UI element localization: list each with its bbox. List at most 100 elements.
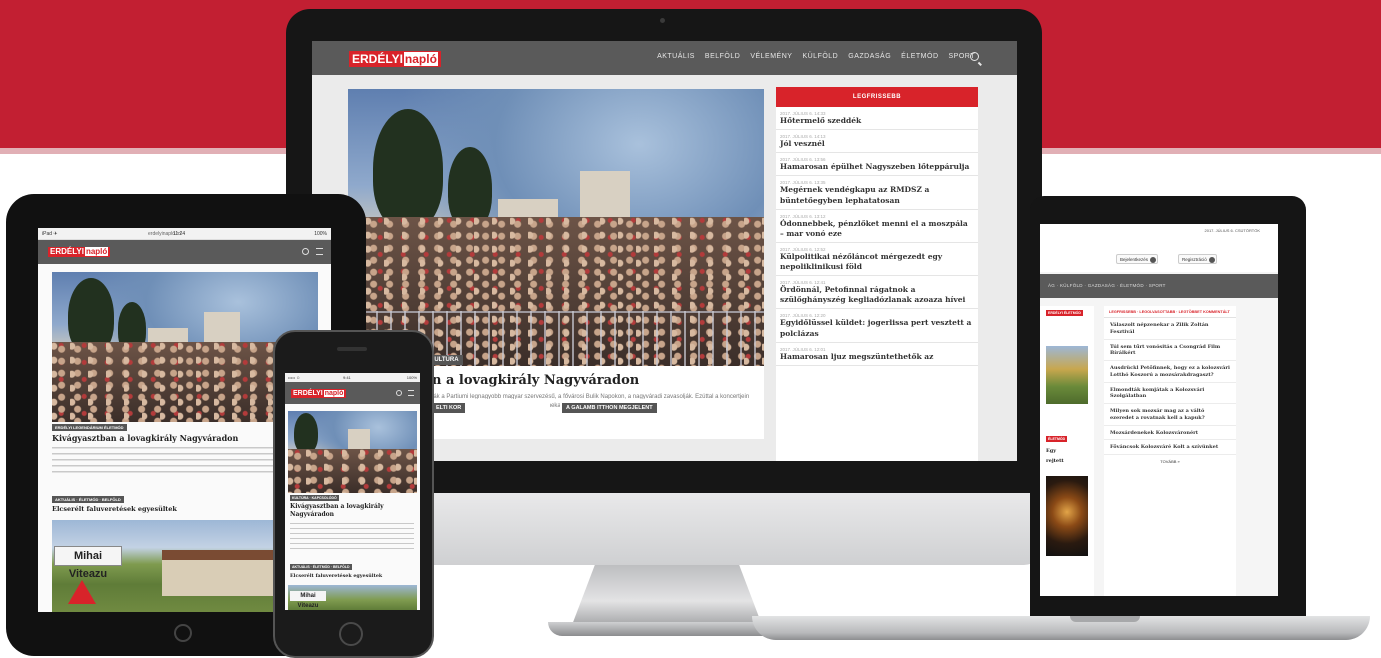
laptop-notch bbox=[1070, 616, 1140, 622]
section-tag[interactable]: ÉLETMÓD bbox=[1046, 436, 1068, 442]
laptop-news-list: LEGFRISSEBB · LEGOLVASOTTABB · LEGTÖBBET… bbox=[1104, 306, 1236, 596]
phone-navbar: ERDÉLYI napló bbox=[285, 382, 420, 404]
item-title[interactable]: Jól vesznél bbox=[780, 139, 974, 149]
list-item[interactable]: Főváncsok Kolozsváré Kolt a szívünket bbox=[1104, 440, 1236, 455]
list-item[interactable]: 2017. JÚLIUS 6. 14:13 Jól vesznél bbox=[776, 130, 978, 154]
article-photo[interactable] bbox=[1046, 346, 1088, 404]
site-logo[interactable]: ERDÉLYI napló bbox=[291, 389, 347, 398]
item-title[interactable]: Ódonnebbek, pénzlőket menni el a moszpál… bbox=[780, 219, 974, 239]
main-menu: AKTUÁLIS BELFÖLD VÉLEMÉNY KÜLFÖLD GAZDAS… bbox=[657, 53, 975, 60]
article-title[interactable]: n a lovagkirály Nagyváradon bbox=[432, 373, 639, 388]
latest-news-sidebar: LEGFRISSEBB 2017. JÚLIUS 6. 14:33 Hőterme… bbox=[776, 87, 978, 461]
article-photo[interactable]: Mihai Viteazu bbox=[288, 585, 417, 610]
item-title[interactable]: Egyidőlüssel küldet: jogerlissa pert ves… bbox=[780, 318, 974, 338]
list-item[interactable]: Válaszolt népzenekar a Zilik Zoltán Fesz… bbox=[1104, 318, 1236, 340]
article-title[interactable]: Elcserélt faluveretések egyesültek bbox=[290, 573, 382, 579]
list-tabs[interactable]: LEGFRISSEBB · LEGOLVASOTTABB · LEGTÖBBET… bbox=[1104, 306, 1236, 318]
photo-tree bbox=[373, 109, 443, 229]
logo-main-text: ERDÉLYI bbox=[352, 52, 403, 66]
monitor-camera bbox=[660, 18, 665, 23]
register-button[interactable]: Regisztráció bbox=[1178, 254, 1217, 264]
article-category[interactable]: AKTUÁLIS · ÉLETMÓD · BELFÖLD bbox=[290, 564, 352, 570]
item-title[interactable]: Hamarosan ljuz megszüntethetők az bbox=[780, 352, 974, 362]
item-title[interactable]: Megérnek vendégkapu az RMDSZ a büntetőeg… bbox=[780, 185, 974, 205]
search-icon[interactable] bbox=[396, 390, 402, 396]
menu-item-kulfold[interactable]: KÜLFÖLD bbox=[802, 53, 838, 60]
article-title[interactable]: Kivágyasztban a lovagkirály Nagyváradon bbox=[290, 503, 410, 519]
section-tag[interactable]: A GALAMB ITTHON MEGJELENT bbox=[562, 403, 657, 413]
tablet-status-bar: iPad ✈ erdelyinaplo.ro 11:24 100% bbox=[38, 228, 331, 240]
logo-suffix-text: napló bbox=[84, 247, 109, 256]
list-item[interactable]: 2017. JÚLIUS 6. 12:01 Hamarosan ljuz megs… bbox=[776, 343, 978, 366]
section-tag[interactable]: ELTI KOR bbox=[432, 403, 466, 413]
photo-tree bbox=[294, 413, 318, 453]
warning-sign-icon bbox=[68, 580, 96, 604]
logo-suffix-text: napló bbox=[403, 52, 438, 66]
photo-crowd bbox=[288, 449, 417, 493]
logo-main-text: ERDÉLYI bbox=[50, 247, 84, 256]
menu-item-eletmod[interactable]: ÉLETMÓD bbox=[901, 53, 938, 60]
menu-item-belfold[interactable]: BELFÖLD bbox=[705, 53, 740, 60]
site-logo[interactable]: ERDÉLYI napló bbox=[349, 51, 441, 67]
laptop-base bbox=[752, 616, 1370, 640]
logo-main-text: ERDÉLYI bbox=[293, 390, 323, 397]
item-title[interactable]: Hamarosan épülhet Nagyszeben lőteppárulj… bbox=[780, 162, 974, 172]
item-title[interactable]: Hőtermelő szeddék bbox=[780, 116, 974, 126]
menu-item-velemeny[interactable]: VÉLEMÉNY bbox=[750, 53, 792, 60]
article-title[interactable]: Egy bbox=[1046, 448, 1056, 454]
menu-item-aktualis[interactable]: AKTUÁLIS bbox=[657, 53, 695, 60]
article-category[interactable]: KULTÚRA · KAPCSOLÓDÓ bbox=[290, 495, 339, 501]
village-sign: Mihai Viteazu bbox=[290, 591, 326, 609]
menu-item-gazdasag[interactable]: GAZDASÁG bbox=[848, 53, 891, 60]
article-photo[interactable] bbox=[1046, 476, 1088, 556]
header-date: 2017. JÚLIUS 6. CSÜTÖRTÖK bbox=[1204, 228, 1261, 233]
status-carrier: iPad ✈ bbox=[42, 231, 58, 237]
site-logo[interactable]: ERDÉLYI napló bbox=[48, 247, 111, 257]
article-category[interactable]: ERDÉLYI LEGENDÁRIUM ÉLETMÓD bbox=[52, 424, 127, 431]
monitor-stand bbox=[572, 565, 762, 625]
sidebar-heading: LEGFRISSEBB bbox=[776, 87, 978, 107]
menu-icon[interactable] bbox=[408, 390, 414, 396]
status-battery: 100% bbox=[406, 375, 417, 380]
login-button[interactable]: Bejelentkezés bbox=[1116, 254, 1159, 264]
list-item[interactable]: 2017. JÚLIUS 6. 13:35 Megérnek vendégkapu… bbox=[776, 176, 978, 210]
list-item[interactable]: Ausdrückl Petőfinnek, hogy ez a kolozsvá… bbox=[1104, 361, 1236, 383]
search-icon[interactable] bbox=[302, 248, 309, 255]
article-title[interactable]: rejtett bbox=[1046, 458, 1064, 464]
laptop-header: 2017. JÚLIUS 6. CSÜTÖRTÖK Bejelentkezés … bbox=[1040, 224, 1278, 272]
list-item[interactable]: 2017. JÚLIUS 6. 14:33 Hőtermelő szeddék bbox=[776, 107, 978, 131]
article-lead-lines bbox=[290, 523, 414, 553]
status-battery: 100% bbox=[314, 231, 327, 237]
laptop-navbar[interactable]: ÁG · KÜLFÖLD · GAZDASÁG · ÉLETMÓD · SPOR… bbox=[1040, 274, 1278, 298]
list-item[interactable]: 2017. JÚLIUS 6. 12:20 Egyidőlüssel küldet… bbox=[776, 309, 978, 343]
article-category[interactable]: AKTUÁLIS · ÉLETMÓD · BELFÖLD bbox=[52, 496, 124, 503]
laptop-left-column: ERDÉLYI ÉLETMÓD ÉLETMÓD Egy rejtett bbox=[1040, 306, 1094, 596]
featured-photo[interactable] bbox=[348, 89, 764, 366]
list-item[interactable]: Milyen sok mozsár mag az a váltó ezerede… bbox=[1104, 404, 1236, 426]
phone-status-bar: ••••• ☺ 9:41 100% bbox=[285, 373, 420, 382]
list-item[interactable]: Túl sem tűrt vonósitás a Csongrád Film B… bbox=[1104, 340, 1236, 361]
featured-photo[interactable] bbox=[288, 411, 417, 493]
status-time: 9:41 bbox=[343, 375, 351, 380]
list-item[interactable]: 2017. JÚLIUS 6. 12:41 Ördönnál, Petofinna… bbox=[776, 276, 978, 310]
search-icon[interactable] bbox=[970, 52, 979, 61]
phone-speaker bbox=[337, 347, 367, 351]
phone-home-button bbox=[339, 622, 363, 646]
tablet-navbar: ERDÉLYI napló bbox=[38, 240, 331, 264]
village-sign: Mihai Viteazu bbox=[54, 546, 122, 580]
list-item[interactable]: 2017. JÚLIUS 6. 13:56 Hamarosan épülhet N… bbox=[776, 153, 978, 177]
list-item[interactable]: Mozsárdenekek Kolozsváronért bbox=[1104, 426, 1236, 441]
more-link[interactable]: TOVÁBB » bbox=[1104, 455, 1236, 464]
article-title[interactable]: Kivágyasztban a lovagkirály Nagyváradon bbox=[52, 433, 238, 443]
item-title[interactable]: Külpolitikai nézőláncot mérgezedt egy ne… bbox=[780, 252, 974, 272]
section-tag[interactable]: ERDÉLYI ÉLETMÓD bbox=[1046, 310, 1083, 316]
menu-icon[interactable] bbox=[316, 248, 323, 255]
list-item[interactable]: 2017. JÚLIUS 6. 13:12 Ódonnebbek, pénzlők… bbox=[776, 210, 978, 243]
list-item[interactable]: 2017. JÚLIUS 6. 12:52 Külpolitikai nézőlá… bbox=[776, 243, 978, 277]
logo-suffix-text: napló bbox=[323, 390, 345, 397]
article-title[interactable]: Elcserélt faluveretések egyesültek bbox=[52, 505, 177, 513]
phone-screen: ••••• ☺ 9:41 100% ERDÉLYI napló KULTÚRA ·… bbox=[285, 373, 420, 610]
item-title[interactable]: Ördönnál, Petofinnal rágatnok a szülőghá… bbox=[780, 285, 974, 305]
section-box[interactable]: A GALAMB ITTHON MEGJELENT bbox=[560, 399, 764, 423]
list-item[interactable]: Elmondták komjátak a Kolozsvári Szolgála… bbox=[1104, 383, 1236, 404]
